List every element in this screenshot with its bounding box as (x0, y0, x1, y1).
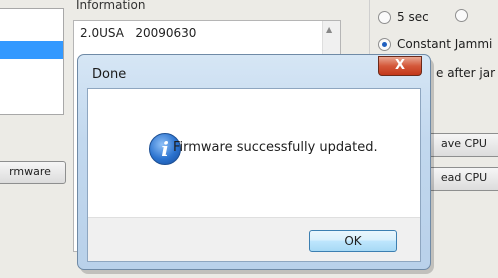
selected-list-item[interactable] (0, 41, 63, 59)
radio-constant-jamming[interactable] (378, 38, 391, 51)
information-text: 2.0USA 20090630 (80, 26, 197, 40)
done-dialog: Done X i Firmware successfully updated. … (77, 54, 431, 270)
close-icon: X (394, 58, 406, 73)
update-firmware-button[interactable]: rmware (0, 161, 66, 184)
scroll-up-arrow-icon[interactable]: ▲ (326, 25, 332, 34)
radio-after-jam-label: e after jar (436, 66, 496, 80)
radio-5-sec[interactable] (378, 11, 391, 24)
read-cpu-button[interactable]: ead CPU (423, 167, 498, 191)
save-cpu-button[interactable]: ave CPU (423, 133, 498, 157)
radio-constant-jamming-label: Constant Jammi (397, 37, 493, 51)
device-list[interactable] (0, 8, 64, 115)
radio-5-sec-label: 5 sec (397, 10, 429, 24)
dialog-title: Done (92, 67, 127, 82)
information-label: Information (76, 0, 146, 12)
dialog-message: Firmware successfully updated. (173, 140, 378, 155)
dialog-footer: OK (88, 217, 420, 261)
close-button[interactable]: X (378, 56, 422, 76)
ok-button[interactable]: OK (309, 230, 397, 252)
radio-extra[interactable] (455, 9, 468, 22)
dialog-body: i Firmware successfully updated. OK (87, 88, 421, 262)
